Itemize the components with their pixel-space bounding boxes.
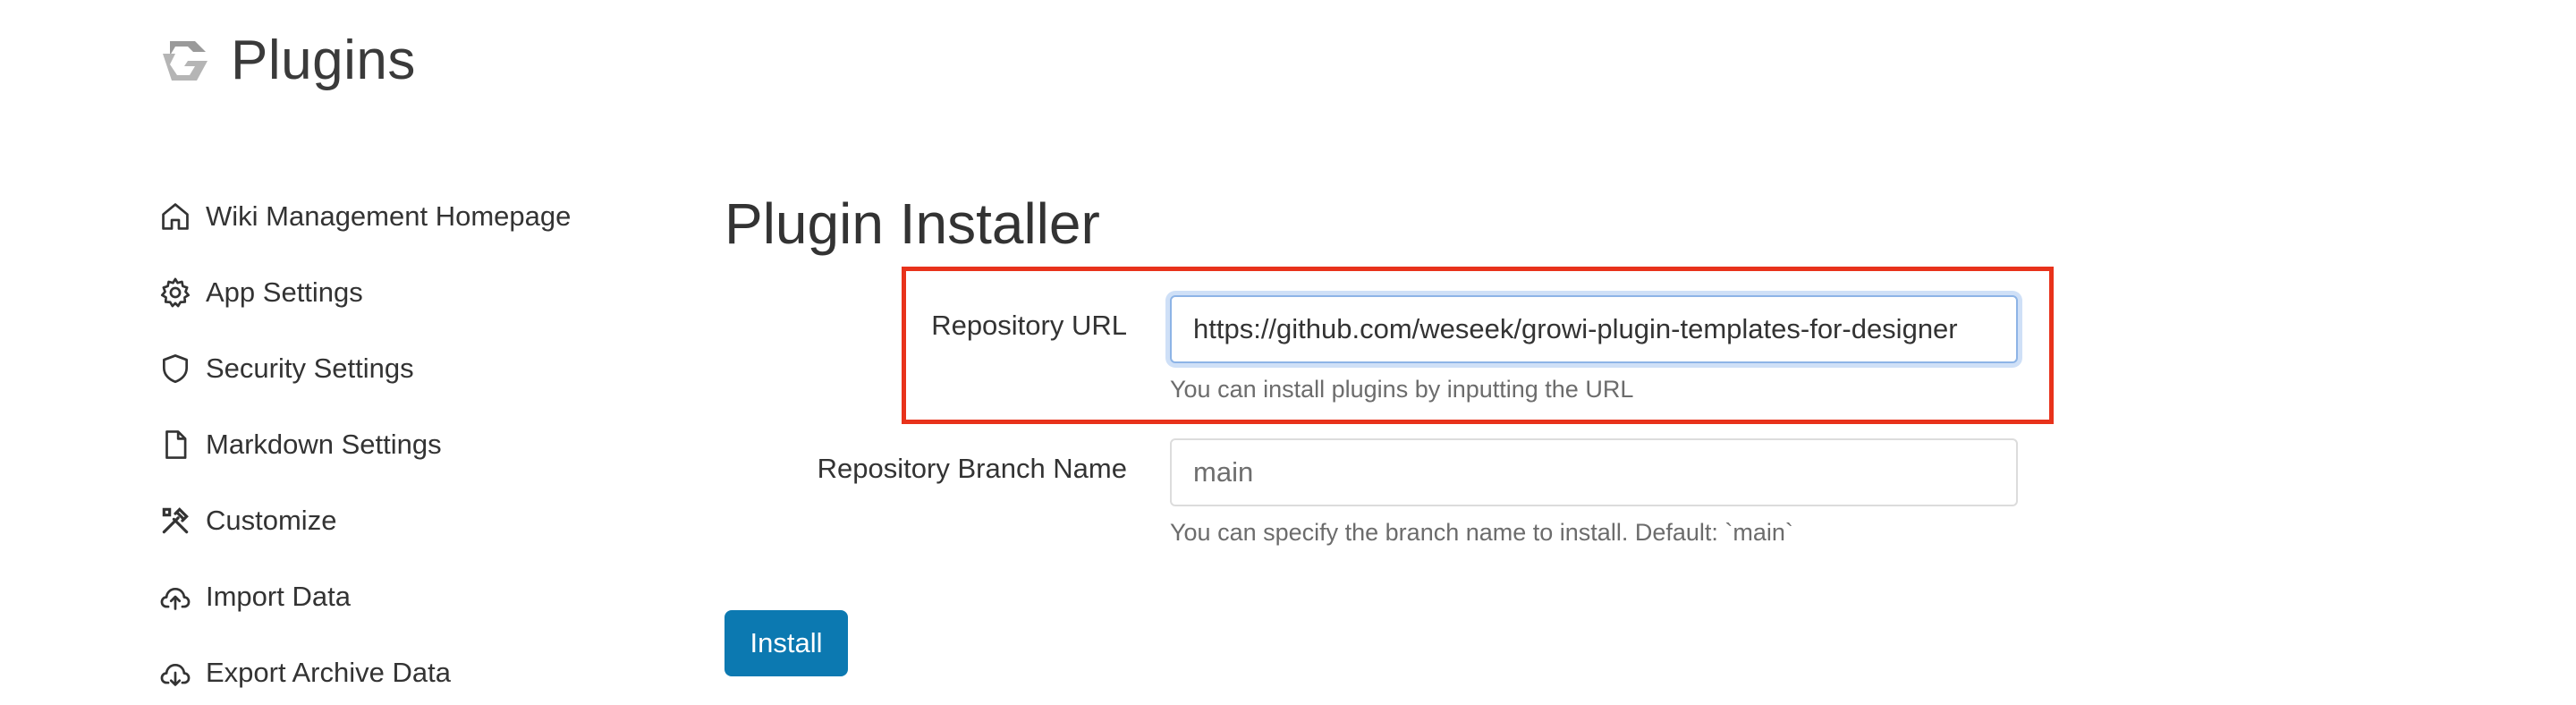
app-header: Plugins xyxy=(157,32,416,89)
sidebar-item-label: App Settings xyxy=(206,276,363,308)
sidebar-item-customize[interactable]: Customize xyxy=(157,496,658,546)
sidebar-item-label: Markdown Settings xyxy=(206,429,442,460)
sidebar-item-app-settings[interactable]: App Settings xyxy=(157,268,658,318)
repository-url-help: You can install plugins by inputting the… xyxy=(1170,376,1634,403)
plugin-installer-title: Plugin Installer xyxy=(724,191,1100,256)
cloud-upload-icon xyxy=(157,579,193,615)
sidebar-item-security-settings[interactable]: Security Settings xyxy=(157,344,658,394)
gear-icon xyxy=(157,275,193,310)
page-title: Plugins xyxy=(231,30,416,91)
shield-icon xyxy=(157,351,193,386)
branch-name-input[interactable] xyxy=(1170,438,2018,506)
sidebar-item-import-data[interactable]: Import Data xyxy=(157,572,658,622)
sidebar-item-label: Customize xyxy=(206,505,337,536)
install-button[interactable]: Install xyxy=(724,610,848,676)
sidebar-item-label: Wiki Management Homepage xyxy=(206,200,572,232)
sidebar-item-wiki-management-homepage[interactable]: Wiki Management Homepage xyxy=(157,191,658,242)
file-icon xyxy=(157,427,193,463)
sidebar-item-label: Import Data xyxy=(206,581,351,612)
cloud-download-icon xyxy=(157,655,193,691)
sidebar-item-label: Security Settings xyxy=(206,352,414,384)
growi-logo-icon[interactable] xyxy=(157,32,215,89)
repository-url-label: Repository URL xyxy=(931,310,1127,341)
tools-icon xyxy=(157,503,193,539)
sidebar-item-markdown-settings[interactable]: Markdown Settings xyxy=(157,420,658,470)
admin-sidebar: Wiki Management Homepage App Settings Se… xyxy=(157,191,658,705)
sidebar-item-export-archive-data[interactable]: Export Archive Data xyxy=(157,648,658,698)
sidebar-item-label: Export Archive Data xyxy=(206,657,451,688)
branch-name-label: Repository Branch Name xyxy=(817,453,1127,484)
plugins-page: Plugins Wiki Management Homepage App Set… xyxy=(0,0,2576,705)
branch-name-help: You can specify the branch name to insta… xyxy=(1170,519,1793,546)
repository-url-input[interactable] xyxy=(1170,295,2018,363)
home-icon xyxy=(157,199,193,234)
